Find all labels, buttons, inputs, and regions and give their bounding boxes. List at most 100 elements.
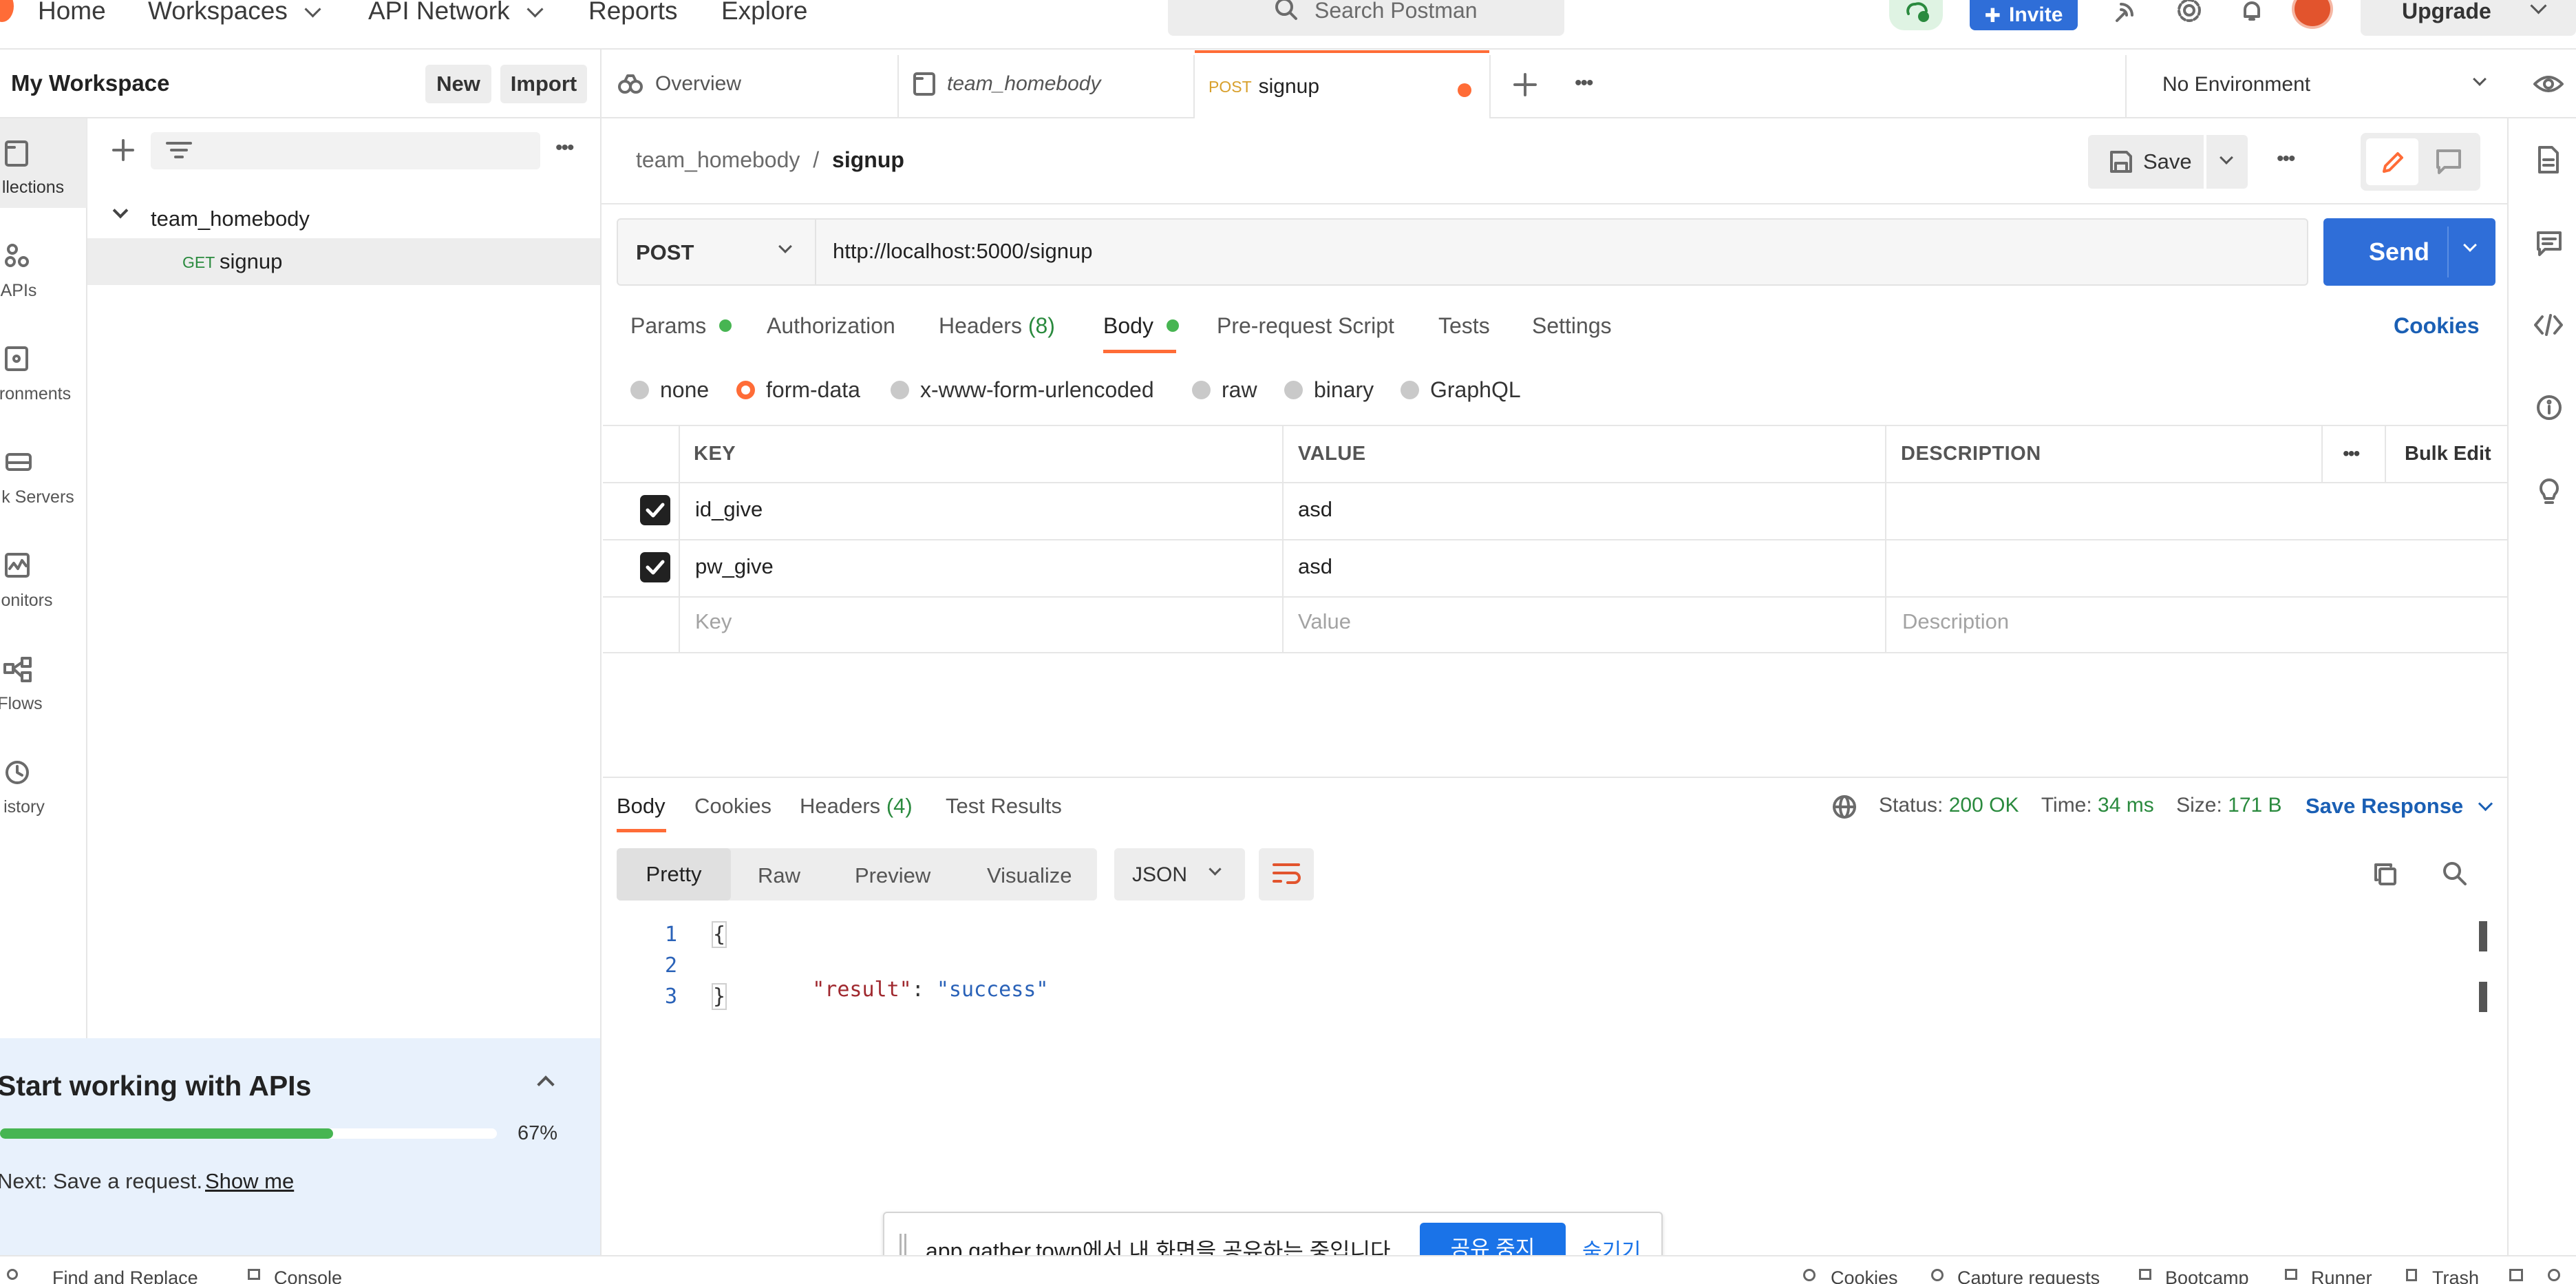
body-type-none[interactable]: none bbox=[630, 377, 709, 403]
copy-icon[interactable] bbox=[2372, 861, 2399, 888]
avatar[interactable] bbox=[2292, 0, 2333, 29]
tab-body[interactable]: Body bbox=[1103, 313, 1179, 339]
documentation-icon[interactable] bbox=[2537, 145, 2560, 175]
view-mode-raw[interactable]: Raw bbox=[758, 863, 800, 888]
nav-home[interactable]: Home bbox=[38, 0, 106, 23]
satellite-icon[interactable] bbox=[2113, 0, 2140, 23]
lightbulb-icon[interactable] bbox=[2535, 475, 2563, 505]
tab-tests[interactable]: Tests bbox=[1438, 313, 1490, 339]
breadcrumb-parent[interactable]: team_homebody bbox=[636, 147, 800, 172]
environment-selector[interactable]: No Environment bbox=[2127, 51, 2516, 117]
add-collection-button[interactable] bbox=[109, 136, 137, 164]
view-mode-preview[interactable]: Preview bbox=[855, 863, 930, 888]
edit-mode-button[interactable] bbox=[2366, 138, 2418, 185]
new-tab-plus-icon[interactable] bbox=[1512, 72, 1538, 98]
comments-icon[interactable] bbox=[2535, 230, 2563, 257]
import-button[interactable]: Import bbox=[500, 65, 587, 103]
nav-explore[interactable]: Explore bbox=[721, 0, 807, 23]
sidebar-more-icon[interactable]: ••• bbox=[555, 138, 574, 158]
save-response-button[interactable]: Save Response bbox=[2306, 794, 2493, 819]
new-button[interactable]: New bbox=[425, 65, 491, 103]
cookies-link[interactable]: Cookies bbox=[2394, 313, 2479, 339]
sidebar-item-mock-servers[interactable]: k Servers bbox=[0, 487, 81, 507]
nav-api-network[interactable]: API Network bbox=[368, 0, 544, 23]
show-me-link[interactable]: Show me bbox=[205, 1169, 294, 1194]
capture-requests-button[interactable]: Capture requests bbox=[1957, 1267, 2100, 1284]
param-key[interactable]: pw_give bbox=[695, 554, 774, 579]
tab-params[interactable]: Params bbox=[630, 313, 732, 339]
comment-mode-icon[interactable] bbox=[2435, 148, 2462, 176]
row-checkbox[interactable] bbox=[640, 495, 670, 525]
url-input[interactable] bbox=[824, 221, 2297, 282]
search-icon[interactable] bbox=[2440, 859, 2469, 888]
tab-more-icon[interactable]: ••• bbox=[1575, 73, 1593, 94]
info-icon[interactable] bbox=[2535, 394, 2563, 421]
response-tab-cookies[interactable]: Cookies bbox=[694, 794, 771, 819]
size-value[interactable]: 171 B bbox=[2228, 794, 2281, 817]
bell-icon[interactable] bbox=[2238, 0, 2266, 25]
send-dropdown-icon[interactable] bbox=[2463, 238, 2477, 252]
param-key[interactable]: id_give bbox=[695, 497, 763, 522]
tab-pre-request-script[interactable]: Pre-request Script bbox=[1217, 313, 1394, 339]
collection-item[interactable]: team_homebody bbox=[87, 196, 600, 238]
status-value[interactable]: 200 OK bbox=[1949, 794, 2019, 817]
layout-icon[interactable] bbox=[2509, 1269, 2523, 1281]
gear-icon[interactable] bbox=[2175, 0, 2204, 25]
runner-button[interactable]: Runner bbox=[2311, 1267, 2372, 1284]
response-tab-headers[interactable]: Headers (4) bbox=[800, 794, 913, 819]
invite-button[interactable]: ✚ Invite bbox=[1970, 0, 2078, 30]
body-type-graphql[interactable]: GraphQL bbox=[1401, 377, 1521, 403]
new-value-input[interactable]: Value bbox=[1298, 609, 1351, 634]
code-icon[interactable] bbox=[2533, 313, 2564, 337]
tab-signup[interactable]: POST signup bbox=[1195, 50, 1489, 120]
body-type-form-data[interactable]: form-data bbox=[736, 377, 860, 403]
format-selector[interactable]: JSON bbox=[1114, 848, 1245, 901]
search-bar[interactable]: Search Postman bbox=[1168, 0, 1564, 36]
scrollbar-thumb[interactable] bbox=[2479, 921, 2487, 951]
save-dropdown-button[interactable] bbox=[2206, 135, 2248, 189]
sidebar-item-flows[interactable]: Flows bbox=[0, 694, 63, 714]
collapse-icon[interactable] bbox=[537, 1075, 555, 1093]
sidebar-item-history[interactable]: istory bbox=[0, 797, 67, 817]
nav-reports[interactable]: Reports bbox=[588, 0, 678, 23]
filter-input[interactable] bbox=[151, 132, 540, 169]
time-value[interactable]: 34 ms bbox=[2098, 794, 2154, 817]
scrollbar-thumb[interactable] bbox=[2479, 982, 2487, 1012]
param-value[interactable]: asd bbox=[1298, 554, 1332, 579]
body-type-binary[interactable]: binary bbox=[1284, 377, 1374, 403]
new-description-input[interactable]: Description bbox=[1902, 609, 2009, 634]
help-icon[interactable] bbox=[2548, 1269, 2560, 1281]
sync-status-icon[interactable] bbox=[1889, 0, 1943, 30]
eye-icon[interactable] bbox=[2533, 72, 2564, 96]
postman-logo[interactable] bbox=[0, 0, 14, 22]
response-tab-body[interactable]: Body bbox=[617, 794, 666, 819]
row-checkbox[interactable] bbox=[640, 552, 670, 582]
send-button[interactable]: Send bbox=[2323, 218, 2495, 286]
response-body[interactable]: 1 { 2 "result": "success" 3 } bbox=[603, 919, 2472, 1250]
tab-overview[interactable]: Overview bbox=[603, 50, 897, 118]
body-type-urlencoded[interactable]: x-www-form-urlencoded bbox=[891, 377, 1154, 403]
console-button[interactable]: Console bbox=[274, 1267, 342, 1284]
nav-workspaces[interactable]: Workspaces bbox=[148, 0, 321, 23]
body-type-raw[interactable]: raw bbox=[1192, 377, 1257, 403]
cookies-button[interactable]: Cookies bbox=[1831, 1267, 1898, 1284]
new-key-input[interactable]: Key bbox=[695, 609, 732, 634]
trash-button[interactable]: Trash bbox=[2432, 1267, 2479, 1284]
sidebar-item-monitors[interactable]: onitors bbox=[0, 591, 70, 611]
view-mode-visualize[interactable]: Visualize bbox=[987, 863, 1072, 888]
request-more-icon[interactable]: ••• bbox=[2277, 149, 2295, 169]
sidebar-item-environments[interactable]: ronments bbox=[0, 384, 78, 404]
sidebar-item-apis[interactable]: APIs bbox=[0, 281, 62, 301]
table-options-icon[interactable]: ••• bbox=[2343, 444, 2360, 463]
param-value[interactable]: asd bbox=[1298, 497, 1332, 522]
tab-collection[interactable]: team_homebody bbox=[899, 50, 1193, 118]
wrap-lines-button[interactable] bbox=[1259, 848, 1314, 901]
bootcamp-button[interactable]: Bootcamp bbox=[2165, 1267, 2249, 1284]
response-tab-test-results[interactable]: Test Results bbox=[946, 794, 1062, 819]
tab-headers[interactable]: Headers (8) bbox=[939, 313, 1055, 339]
find-replace-button[interactable]: Find and Replace bbox=[52, 1267, 198, 1284]
request-item[interactable]: GET signup bbox=[87, 238, 600, 285]
save-button[interactable]: Save bbox=[2088, 135, 2204, 189]
bulk-edit-button[interactable]: Bulk Edit bbox=[2405, 425, 2491, 482]
tab-authorization[interactable]: Authorization bbox=[767, 313, 895, 339]
